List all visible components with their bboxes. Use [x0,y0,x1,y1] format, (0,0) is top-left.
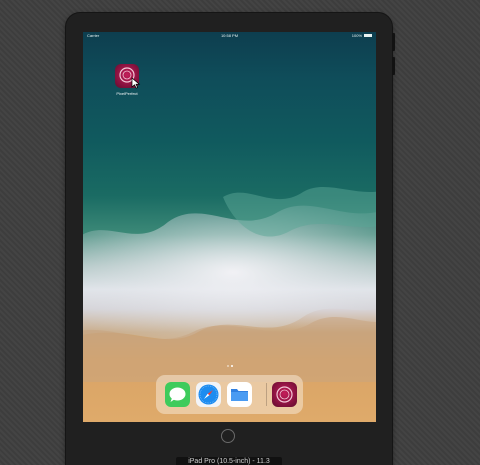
app-label: PixelPerfect [116,91,138,96]
pixelperfect-app-icon [276,386,293,403]
page-dot-active [230,365,233,367]
mouse-pointer-icon [131,77,141,89]
battery-percent: 100% [351,33,362,38]
home-button[interactable] [221,429,235,443]
safari-compass-icon [198,384,219,405]
wave-foam-decoration [83,187,376,382]
status-time: 10:58 PM [220,33,239,38]
dock [156,375,303,414]
dock-app-pixelperfect[interactable] [272,382,297,407]
page-dot [226,365,229,367]
device-name-tooltip: iPad Pro (10.5-inch) - 11.3 [176,457,282,465]
files-folder-icon [231,389,248,401]
dock-app-safari[interactable] [196,382,221,407]
power-button [392,57,395,75]
dock-app-files[interactable] [227,382,252,407]
volume-button [392,33,395,51]
dock-app-messages[interactable] [165,382,190,407]
status-bar: Carrier 10:58 PM 100% [83,32,376,40]
page-indicator[interactable] [83,365,376,367]
battery-icon [364,34,372,37]
dock-divider [266,383,267,406]
messages-icon [169,387,186,402]
ipad-screen: Carrier 10:58 PM 100% PixelPerfect [83,32,376,422]
